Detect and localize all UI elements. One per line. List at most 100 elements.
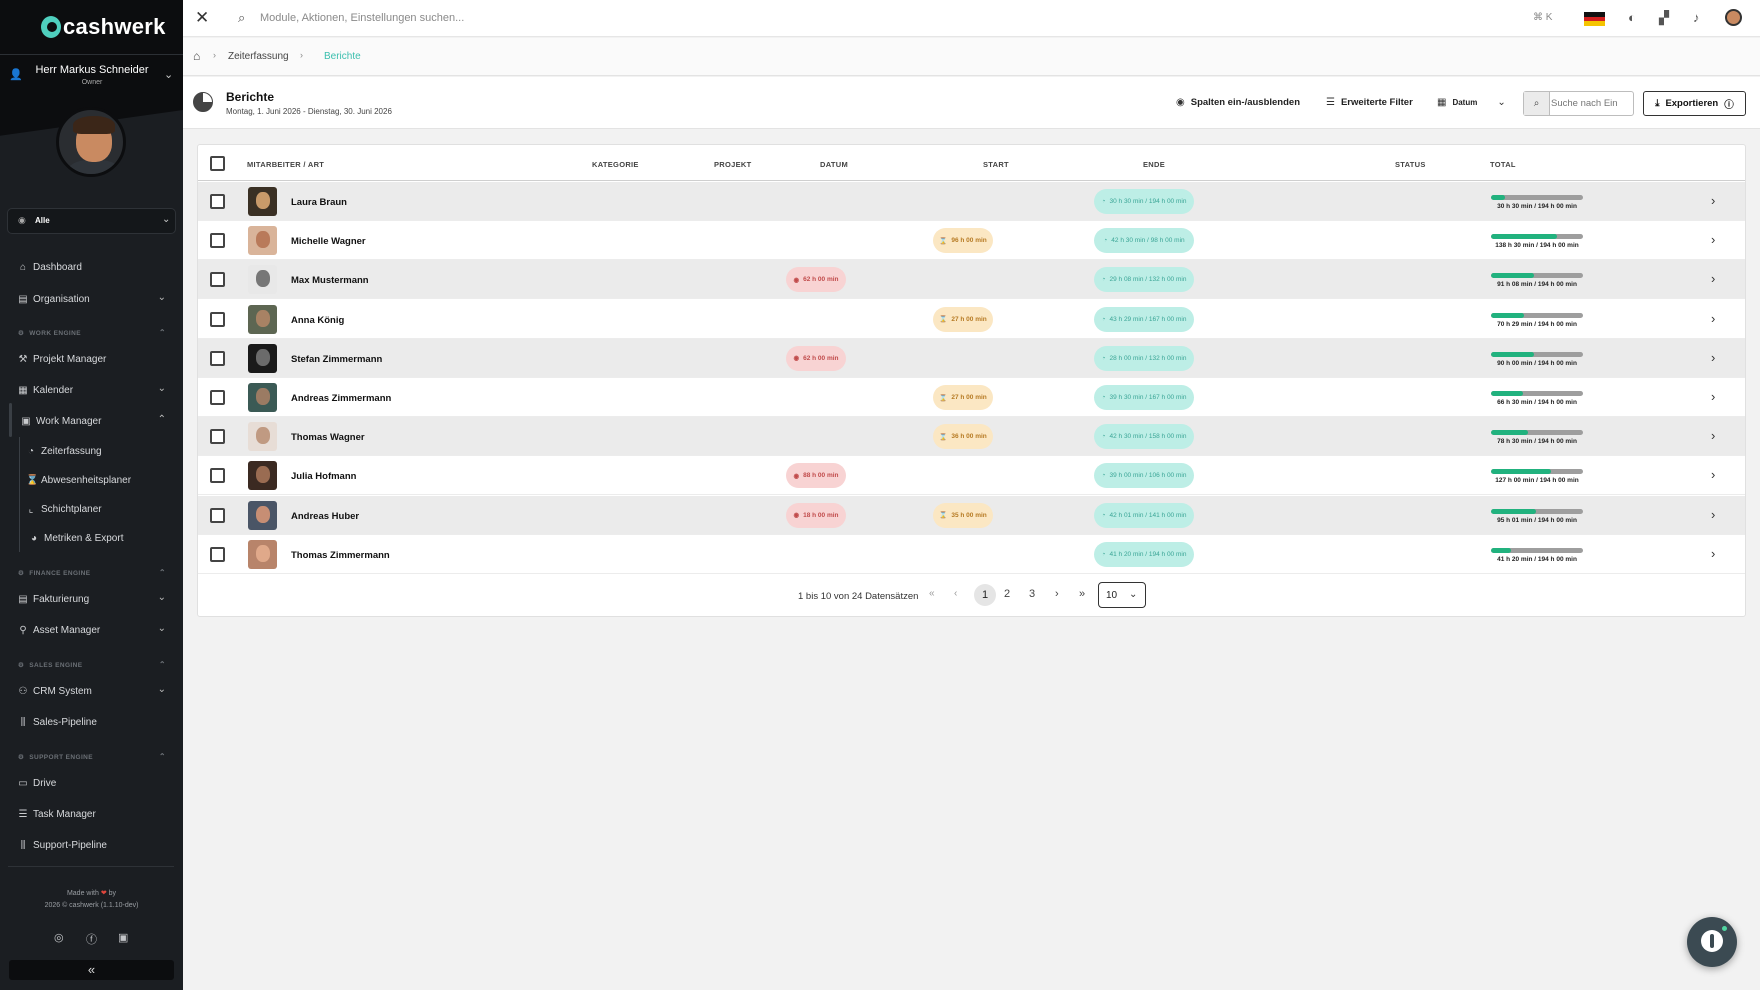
collapse-sidebar-button[interactable]: « [9,960,174,980]
table-row[interactable]: Andreas Huber ◉ 18 h 00 min ⌛ 35 h 00 min ◔ 42… [198,495,1745,535]
row-checkbox[interactable] [210,350,225,366]
instagram-icon[interactable]: ◎ [54,931,64,944]
col-employee[interactable]: MITARBEITER / ART [247,160,324,169]
nav-work-manager[interactable]: ▣ Work Manager ⌃ [21,413,166,429]
page-size-select[interactable]: 10 ⌄ [1098,582,1146,608]
nav-abwesenheitsplaner[interactable]: ⌛ Abwesenheitsplaner [26,472,174,488]
employee-name[interactable]: Stefan Zimmermann [291,354,382,365]
user-menu[interactable]: 👤 Herr Markus Schneider Owner ⌄ [0,62,183,92]
chevron-right-icon[interactable]: › [1711,311,1715,326]
employee-name[interactable]: Laura Braun [291,197,347,208]
chevron-right-icon[interactable]: › [1711,350,1715,365]
nav-sales-pipeline[interactable]: ⫼ Sales-Pipeline [18,714,166,730]
home-icon[interactable]: ⌂ [193,49,200,63]
nav-schichtplaner[interactable]: ⌞ Schichtplaner [26,501,174,517]
col-date[interactable]: DATUM [820,160,848,169]
page-2[interactable]: 2 [1004,588,1010,600]
chevron-right-icon[interactable]: › [1711,546,1715,561]
section-support-engine[interactable]: ⚙ SUPPORT ENGINE ⌃ [18,752,166,761]
col-project[interactable]: PROJEKT [714,160,752,169]
chevron-right-icon[interactable]: › [1711,232,1715,247]
section-work-engine[interactable]: ⚙ WORK ENGINE ⌃ [18,328,166,337]
last-page-icon[interactable]: » [1079,588,1085,600]
nav-asset-manager[interactable]: ⚲ Asset Manager ⌄ [18,622,166,638]
support-chat-button[interactable] [1687,917,1737,967]
row-checkbox[interactable] [210,468,225,484]
employee-name[interactable]: Thomas Zimmermann [291,550,390,561]
table-row[interactable]: Thomas Zimmermann ◔ 41 h 20 min / 194 h 00… [198,534,1745,574]
chevron-right-icon[interactable]: › [1711,428,1715,443]
col-category[interactable]: KATEGORIE [592,160,639,169]
topbar-avatar[interactable] [1725,9,1742,26]
section-sales-engine[interactable]: ⚙ SALES ENGINE ⌃ [18,660,166,669]
employee-name[interactable]: Andreas Huber [291,511,359,522]
col-end[interactable]: ENDE [1143,160,1165,169]
breadcrumb-zeiterfassung[interactable]: Zeiterfassung [228,51,289,62]
date-select[interactable]: ▦ Datum ⌄ [1437,97,1506,108]
nav-support-pipeline[interactable]: ⫼ Support-Pipeline [18,837,166,853]
advanced-filter-button[interactable]: ☰ Erweiterte Filter [1326,97,1413,108]
global-search-input[interactable]: Module, Aktionen, Einstellungen suchen..… [260,12,464,24]
page-3[interactable]: 3 [1029,588,1035,600]
chevron-right-icon[interactable]: › [1711,271,1715,286]
close-icon[interactable]: ✕ [195,8,209,28]
nav-zeiterfassung[interactable]: ◔ Zeiterfassung [26,443,174,459]
nav-dashboard[interactable]: ⌂ Dashboard [18,259,166,275]
app-logo[interactable]: cashwerk [41,14,166,40]
employee-name[interactable]: Julia Hofmann [291,471,356,482]
nav-fakturierung[interactable]: ▤ Fakturierung ⌄ [18,591,166,607]
columns-toggle-button[interactable]: ◉ Spalten ein-/ausblenden [1176,97,1300,108]
table-row[interactable]: Thomas Wagner ⌛ 36 h 00 min ◔ 42 h 30 min / … [198,417,1745,457]
nav-crm-system[interactable]: ⚇ CRM System ⌄ [18,683,166,699]
table-search-input[interactable] [1551,95,1631,111]
table-row[interactable]: Max Mustermann ◉ 62 h 00 min ◔ 29 h 08 min /… [198,260,1745,300]
table-row[interactable]: Andreas Zimmermann ⌛ 27 h 00 min ◔ 39 h 30 m… [198,378,1745,417]
row-checkbox[interactable] [210,507,225,523]
user-avatar[interactable] [56,107,126,177]
row-checkbox[interactable] [210,272,225,288]
next-page-icon[interactable]: › [1055,588,1059,600]
chat-icon[interactable]: ▞ [1659,10,1669,26]
col-start[interactable]: START [983,160,1009,169]
palette-icon[interactable]: ◐ [1628,10,1636,25]
nav-projekt-manager[interactable]: ⚒ Projekt Manager [18,351,166,367]
row-checkbox[interactable] [210,546,225,562]
nav-task-manager[interactable]: ☰ Task Manager [18,806,166,822]
table-row[interactable]: Anna König ⌛ 27 h 00 min ◔ 43 h 29 min / 167… [198,299,1745,339]
select-all-checkbox[interactable] [210,156,225,171]
employee-name[interactable]: Anna König [291,315,344,326]
row-checkbox[interactable] [210,311,225,327]
col-total[interactable]: TOTAL [1490,160,1516,169]
section-finance-engine[interactable]: ⚙ FINANCE ENGINE ⌃ [18,568,166,577]
chevron-right-icon[interactable]: › [1711,193,1715,208]
nav-kalender[interactable]: ▦ Kalender ⌄ [18,382,166,398]
employee-name[interactable]: Max Mustermann [291,275,369,286]
nav-metriken-export[interactable]: ◕ Metriken & Export [29,530,166,546]
page-1[interactable]: 1 [974,584,996,606]
linkedin-icon[interactable]: ▣ [118,931,128,944]
row-checkbox[interactable] [210,429,225,445]
search-icon[interactable]: ⌕ [1524,92,1550,115]
language-flag-icon[interactable] [1584,12,1605,26]
chevron-right-icon[interactable]: › [1711,467,1715,482]
export-button[interactable]: ⤓ Exportieren ⓘ [1643,91,1746,116]
nav-organisation[interactable]: ▤ Organisation ⌄ [18,291,166,307]
nav-drive[interactable]: ▭ Drive [18,775,166,791]
chevron-right-icon[interactable]: › [1711,507,1715,522]
table-row[interactable]: Stefan Zimmermann ◉ 62 h 00 min ◔ 28 h 00 mi… [198,338,1745,378]
first-page-icon[interactable]: « [929,588,935,599]
employee-name[interactable]: Andreas Zimmermann [291,393,391,404]
col-status[interactable]: STATUS [1395,160,1426,169]
prev-page-icon[interactable]: ‹ [954,588,957,599]
facebook-icon[interactable]: ⓕ [86,931,97,947]
row-checkbox[interactable] [210,390,225,405]
table-row[interactable]: Michelle Wagner ⌛ 96 h 00 min ◔ 42 h 30 min … [198,221,1745,261]
employee-name[interactable]: Thomas Wagner [291,432,365,443]
row-checkbox[interactable] [210,194,225,209]
row-checkbox[interactable] [210,233,225,249]
bell-icon[interactable]: ♪ [1693,10,1700,25]
employee-name[interactable]: Michelle Wagner [291,236,366,247]
chevron-right-icon[interactable]: › [1711,389,1715,404]
table-row[interactable]: Laura Braun ◔ 30 h 30 min / 194 h 00 min 30… [198,182,1745,221]
table-row[interactable]: Julia Hofmann ◉ 88 h 00 min ◔ 39 h 00 min / … [198,456,1745,496]
